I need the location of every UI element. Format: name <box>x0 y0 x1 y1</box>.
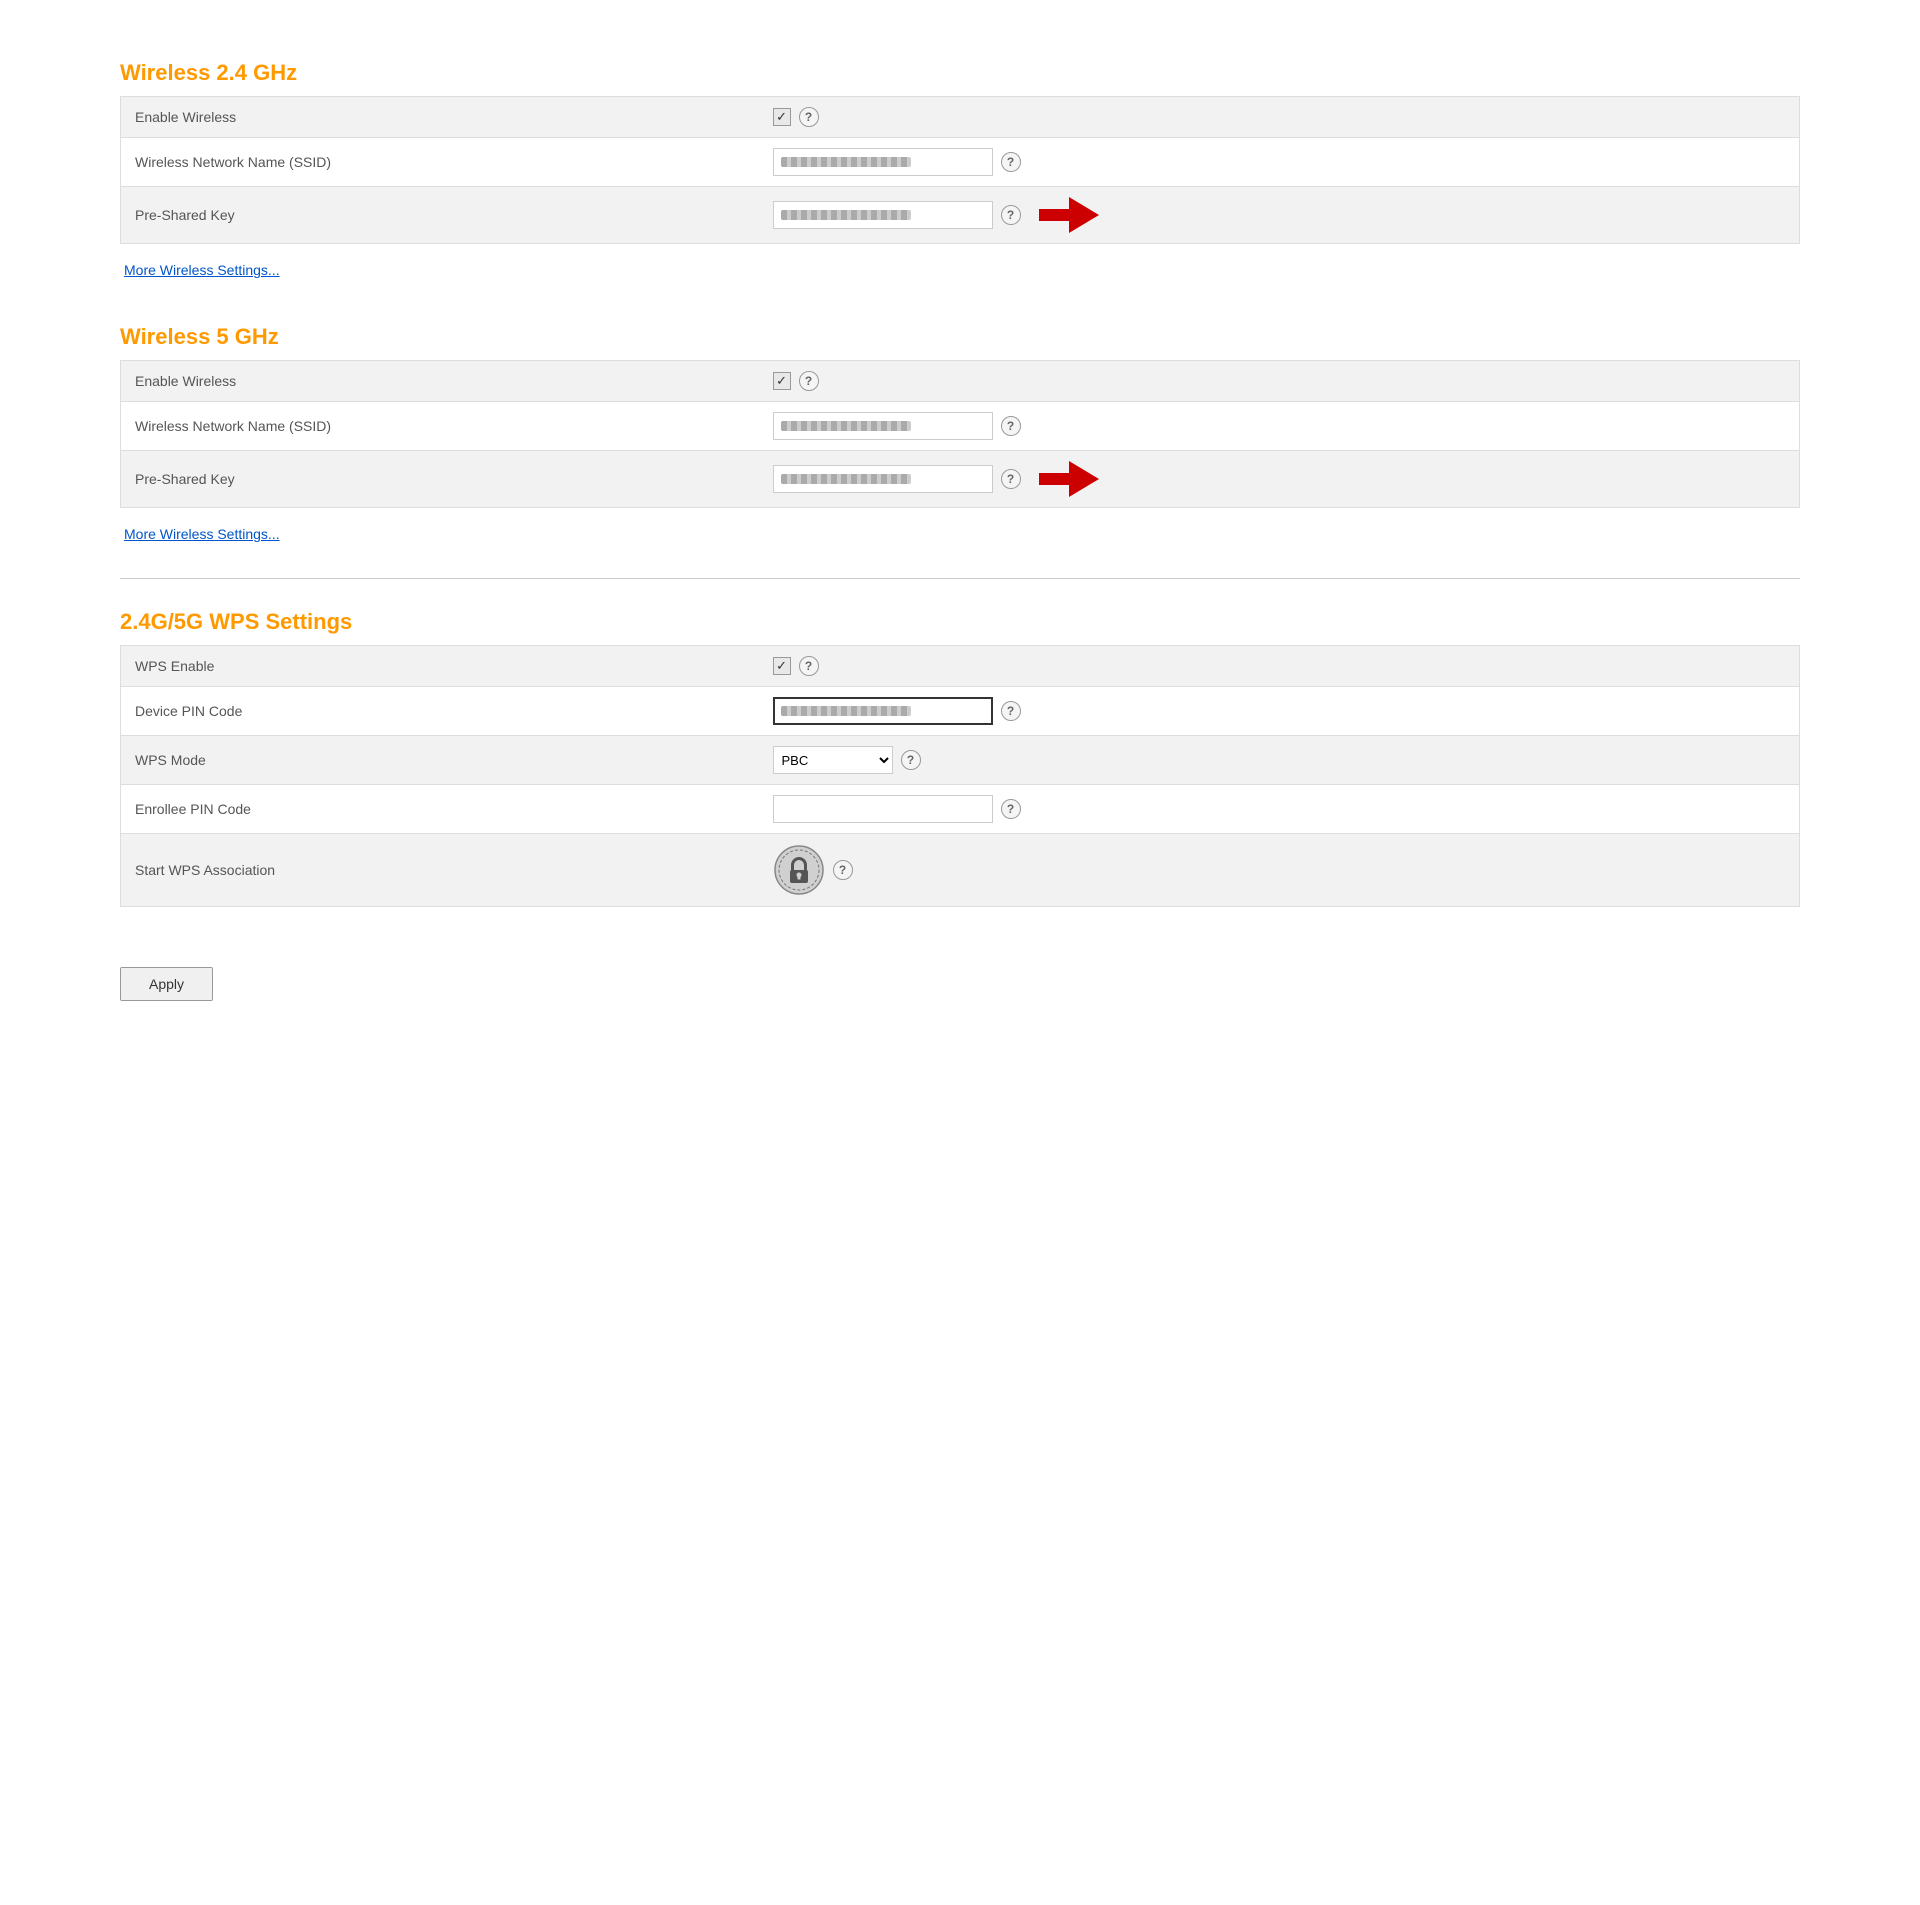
psk-5-input[interactable] <box>773 465 993 493</box>
apply-button[interactable]: Apply <box>120 967 213 1001</box>
psk-5-help-icon[interactable]: ? <box>1001 469 1021 489</box>
table-row: Wireless Network Name (SSID) ? <box>121 138 1800 187</box>
enable-wireless-5-checkbox[interactable] <box>773 372 791 390</box>
psk-24-control: ? <box>759 187 1800 244</box>
wireless-24-title: Wireless 2.4 GHz <box>120 60 1800 86</box>
enable-wireless-24-checkbox[interactable] <box>773 108 791 126</box>
table-row: WPS Mode PBC PIN ? <box>121 736 1800 785</box>
ssid-5-control: ? <box>759 402 1800 451</box>
ssid-24-help-icon[interactable]: ? <box>1001 152 1021 172</box>
psk-24-input[interactable] <box>773 201 993 229</box>
wps-enable-label: WPS Enable <box>121 646 759 687</box>
start-wps-help-icon[interactable]: ? <box>833 860 853 880</box>
wps-title: 2.4G/5G WPS Settings <box>120 609 1800 635</box>
table-row: Enable Wireless ? <box>121 361 1800 402</box>
start-wps-control: ? <box>759 834 1800 907</box>
start-wps-label: Start WPS Association <box>121 834 759 907</box>
psk-24-arrow-icon <box>1039 197 1099 233</box>
wps-mode-help-icon[interactable]: ? <box>901 750 921 770</box>
more-wireless-24-link[interactable]: More Wireless Settings... <box>124 262 280 278</box>
psk-24-help-icon[interactable]: ? <box>1001 205 1021 225</box>
table-row: Enrollee PIN Code ? <box>121 785 1800 834</box>
table-row: Wireless Network Name (SSID) ? <box>121 402 1800 451</box>
ssid-5-label: Wireless Network Name (SSID) <box>121 402 759 451</box>
enrollee-pin-help-icon[interactable]: ? <box>1001 799 1021 819</box>
enable-wireless-5-control: ? <box>759 361 1800 402</box>
wps-mode-control: PBC PIN ? <box>759 736 1800 785</box>
wireless-24-table: Enable Wireless ? Wireless Network Name … <box>120 96 1800 244</box>
enable-wireless-24-help-icon[interactable]: ? <box>799 107 819 127</box>
more-wireless-5-link[interactable]: More Wireless Settings... <box>124 526 280 542</box>
section-divider <box>120 578 1800 579</box>
wps-enable-help-icon[interactable]: ? <box>799 656 819 676</box>
ssid-5-input[interactable] <box>773 412 993 440</box>
table-row: Enable Wireless ? <box>121 97 1800 138</box>
table-row: Pre-Shared Key ? <box>121 187 1800 244</box>
enable-wireless-5-label: Enable Wireless <box>121 361 759 402</box>
enrollee-pin-input[interactable] <box>773 795 993 823</box>
device-pin-label: Device PIN Code <box>121 687 759 736</box>
device-pin-input[interactable] <box>773 697 993 725</box>
table-row: WPS Enable ? <box>121 646 1800 687</box>
enable-wireless-5-help-icon[interactable]: ? <box>799 371 819 391</box>
table-row: Pre-Shared Key ? <box>121 451 1800 508</box>
device-pin-control: ? <box>759 687 1800 736</box>
wps-table: WPS Enable ? Device PIN Code ? WPS Mode <box>120 645 1800 907</box>
psk-24-label: Pre-Shared Key <box>121 187 759 244</box>
wireless-5-title: Wireless 5 GHz <box>120 324 1800 350</box>
wps-enable-control: ? <box>759 646 1800 687</box>
enable-wireless-24-control: ? <box>759 97 1800 138</box>
wps-enable-checkbox[interactable] <box>773 657 791 675</box>
table-row: Start WPS Association <box>121 834 1800 907</box>
enrollee-pin-label: Enrollee PIN Code <box>121 785 759 834</box>
table-row: Device PIN Code ? <box>121 687 1800 736</box>
ssid-24-control: ? <box>759 138 1800 187</box>
wps-mode-select[interactable]: PBC PIN <box>773 746 893 774</box>
enable-wireless-24-label: Enable Wireless <box>121 97 759 138</box>
ssid-24-label: Wireless Network Name (SSID) <box>121 138 759 187</box>
ssid-5-help-icon[interactable]: ? <box>1001 416 1021 436</box>
wps-mode-label: WPS Mode <box>121 736 759 785</box>
ssid-24-input[interactable] <box>773 148 993 176</box>
wireless-5-table: Enable Wireless ? Wireless Network Name … <box>120 360 1800 508</box>
device-pin-help-icon[interactable]: ? <box>1001 701 1021 721</box>
wps-lock-button[interactable] <box>773 844 825 896</box>
psk-5-label: Pre-Shared Key <box>121 451 759 508</box>
psk-5-arrow-icon <box>1039 461 1099 497</box>
enrollee-pin-control: ? <box>759 785 1800 834</box>
psk-5-control: ? <box>759 451 1800 508</box>
